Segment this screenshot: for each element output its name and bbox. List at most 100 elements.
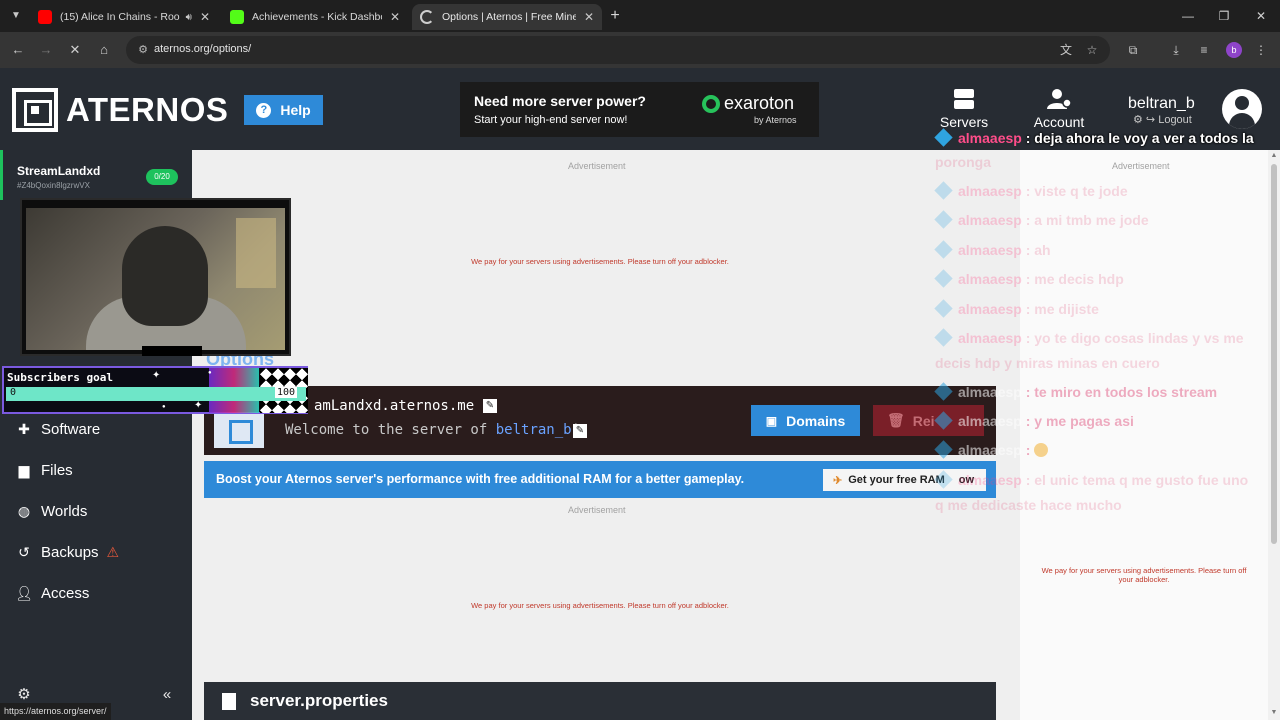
translate-icon[interactable]: 文 [1058, 42, 1074, 58]
sidebar-item-backups[interactable]: ↺ Backups ⚠ [15, 541, 119, 563]
tab-aternos-options[interactable]: Options | Aternos | Free Minecraft ✕ [412, 4, 602, 30]
extensions-icon[interactable]: ⧉ [1124, 41, 1142, 59]
sidebar-item-software[interactable]: ✚ Software [15, 418, 100, 440]
history-icon: ↺ [18, 544, 30, 560]
close-tab-icon[interactable]: ✕ [390, 10, 400, 24]
url-text[interactable]: aternos.org/options/ [154, 43, 251, 55]
webcam-video [26, 208, 285, 350]
kick-badge-icon [934, 382, 953, 401]
chat-message-continuation: poronga [935, 150, 991, 174]
sidebar-item-access[interactable]: 👤︎ Access [15, 582, 89, 604]
goal-progress-bar [6, 387, 306, 401]
profile-avatar[interactable]: b [1226, 42, 1242, 58]
status-bar-url: https://aternos.org/server/ [0, 703, 111, 720]
chat-username: almaaesp [958, 472, 1022, 488]
sparkle-icon: ✦ [152, 370, 161, 381]
server-properties-card[interactable]: server.properties [204, 682, 996, 720]
exaroton-logo-icon [702, 95, 720, 113]
chat-message: almaaesp : deja ahora le voy a ver a tod… [934, 126, 1254, 150]
close-tab-icon[interactable]: ✕ [584, 10, 594, 24]
menu-kebab-icon[interactable]: ⋮ [1252, 41, 1270, 59]
chat-username: almaaesp [958, 384, 1022, 400]
server-address[interactable]: amLandxd.aternos.me [314, 398, 474, 414]
tab-title: Achievements - Kick Dashboard [252, 11, 382, 23]
main-content: Advertisement We pay for your servers us… [192, 150, 1020, 720]
sidebar-item-label: Access [41, 584, 90, 602]
settings-gear-icon[interactable]: ⚙ [15, 686, 33, 704]
aternos-logo-text[interactable]: ATERNOS [66, 91, 228, 129]
back-icon[interactable]: ← [8, 40, 28, 60]
tab-youtube[interactable]: (15) Alice In Chains - Rooster 🔊︎ ✕ [30, 4, 218, 30]
ad-label: Advertisement [1112, 161, 1170, 171]
collapse-sidebar-icon[interactable]: « [158, 686, 176, 704]
free-ram-button-label: Get your free RAM [848, 474, 945, 486]
kick-badge-icon [934, 411, 953, 430]
disappointed-face-icon [1034, 443, 1049, 457]
adblock-message: We pay for your servers using advertisem… [1041, 566, 1247, 584]
minimize-icon[interactable]: — [1178, 6, 1198, 26]
scroll-up-icon[interactable]: ▲ [1270, 152, 1278, 160]
stop-loading-icon[interactable]: ✕ [65, 40, 85, 60]
file-icon [222, 693, 236, 710]
adblock-message: We pay for your servers using advertisem… [471, 601, 729, 610]
servers-nav[interactable]: Servers [938, 88, 990, 130]
account-nav[interactable]: Account [1030, 88, 1088, 130]
forward-icon[interactable]: → [36, 40, 56, 60]
chat-message: almaaesp : y me pagas asi [934, 409, 1134, 433]
free-ram-text: Boost your Aternos server's performance … [216, 472, 745, 486]
tab-list-chevron-icon[interactable]: ▼ [6, 6, 26, 26]
edit-address-icon[interactable]: ✎ [483, 399, 497, 413]
promo-subline: Start your high-end server now! [474, 114, 628, 126]
home-icon[interactable]: ⌂ [94, 40, 114, 60]
logout-link[interactable]: ⚙ ↪ Logout [1133, 113, 1192, 126]
browser-toolbar: ← → ✕ ⌂ ⚙ aternos.org/options/ 文 ☆ ⧉ ⤓ ≡… [0, 32, 1280, 68]
site-info-icon[interactable]: ⚙ [136, 43, 150, 57]
adblock-message: We pay for your servers using advertisem… [471, 257, 729, 266]
chat-text: : el unic tema q me gusto fue uno [1025, 472, 1249, 488]
sidebar-item-files[interactable]: ▆ Files [15, 459, 73, 481]
help-label: Help [280, 102, 311, 118]
chat-text: : yo te digo cosas lindas y vs me [1025, 330, 1244, 346]
kick-badge-icon [934, 470, 953, 489]
kick-icon [230, 10, 244, 24]
user-avatar[interactable] [1222, 89, 1262, 129]
scroll-down-icon[interactable]: ▼ [1270, 709, 1278, 717]
bookmark-star-icon[interactable]: ☆ [1084, 42, 1100, 58]
kick-badge-icon [934, 181, 953, 200]
downloads-icon[interactable]: ⤓ [1167, 41, 1185, 59]
aternos-logo-icon[interactable] [12, 88, 58, 132]
tab-title: (15) Alice In Chains - Rooster [60, 11, 180, 23]
address-bar[interactable]: ⚙ aternos.org/options/ 文 ☆ [126, 36, 1110, 64]
question-icon: ? [256, 102, 272, 118]
chat-text: : me decis hdp [1025, 271, 1124, 287]
exaroton-promo-banner[interactable]: Need more server power? Start your high-… [460, 82, 819, 137]
new-tab-button[interactable]: + [606, 6, 624, 26]
ad-label: Advertisement [568, 505, 626, 515]
chat-username: almaaesp [958, 271, 1022, 287]
loading-icon [420, 10, 434, 24]
welcome-prefix: Welcome to the server of [285, 422, 488, 438]
media-control-icon[interactable]: ≡ [1195, 41, 1213, 59]
chat-message: almaaesp : ah [934, 238, 1051, 262]
help-button[interactable]: ? Help [244, 95, 323, 125]
server-name[interactable]: StreamLandxd [17, 164, 100, 178]
chat-message-continuation: q me dedicaste hace mucho [935, 493, 1122, 517]
speaker-icon[interactable]: 🔊︎ [186, 12, 192, 23]
domains-button[interactable]: ▣ Domains [751, 405, 860, 436]
browser-tab-bar: ▼ (15) Alice In Chains - Rooster 🔊︎ ✕ Ac… [0, 0, 1280, 32]
maximize-icon[interactable]: ❐ [1214, 6, 1234, 26]
kick-badge-icon [934, 240, 953, 259]
tab-kick[interactable]: Achievements - Kick Dashboard ✕ [222, 4, 408, 30]
goal-current: 0 [10, 387, 17, 398]
close-tab-icon[interactable]: ✕ [200, 10, 210, 24]
scrollbar-thumb[interactable] [1271, 164, 1277, 544]
close-window-icon[interactable]: ✕ [1251, 6, 1271, 26]
chat-username: almaaesp [958, 242, 1022, 258]
edit-motd-icon[interactable]: ✎ [573, 424, 587, 438]
owner-name[interactable]: beltran_b [496, 422, 572, 438]
chat-message: almaaesp : el unic tema q me gusto fue u… [934, 468, 1249, 492]
sidebar-item-worlds[interactable]: ◍ Worlds [15, 500, 88, 522]
users-icon: 👤︎ [15, 585, 33, 601]
page-scrollbar[interactable]: ▲ ▼ [1268, 150, 1280, 720]
chat-text: : y me pagas asi [1025, 413, 1134, 429]
